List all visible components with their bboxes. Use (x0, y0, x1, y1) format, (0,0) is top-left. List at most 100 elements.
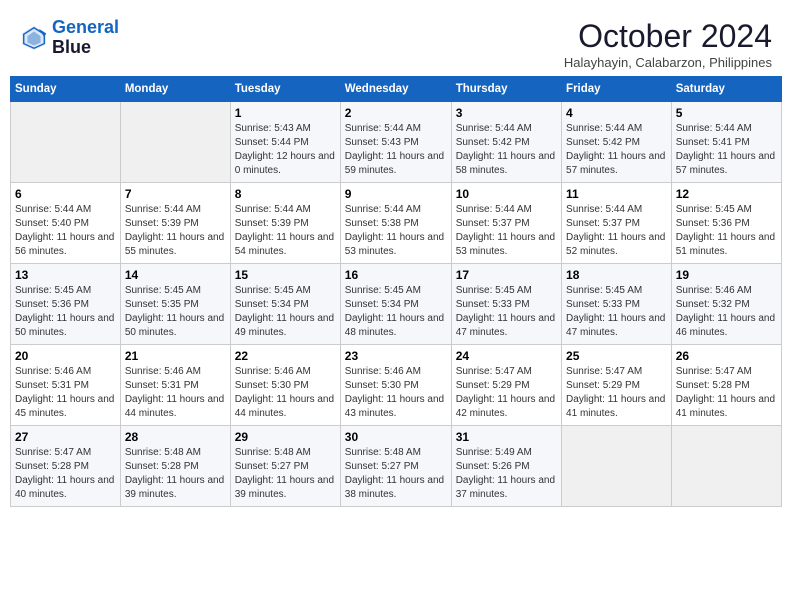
day-number: 16 (345, 268, 447, 282)
calendar-page: General Blue October 2024 Halayhayin, Ca… (0, 0, 792, 517)
daylight-text: Daylight: 11 hours and 39 minutes. (125, 474, 226, 502)
daylight-text: Daylight: 11 hours and 45 minutes. (15, 393, 116, 421)
sunrise-text: Sunrise: 5:44 AM (456, 122, 557, 136)
sunset-text: Sunset: 5:37 PM (566, 217, 667, 231)
day-number: 8 (235, 187, 336, 201)
day-info: Sunrise: 5:47 AMSunset: 5:29 PMDaylight:… (456, 365, 557, 421)
calendar-cell: 12Sunrise: 5:45 AMSunset: 5:36 PMDayligh… (671, 183, 781, 264)
week-row-4: 20Sunrise: 5:46 AMSunset: 5:31 PMDayligh… (11, 345, 782, 426)
sunset-text: Sunset: 5:36 PM (15, 298, 116, 312)
calendar-cell: 16 Sunrise: 5:45 AMSunset: 5:34 PMDayligh… (340, 264, 451, 345)
day-info: Sunrise: 5:44 AMSunset: 5:40 PMDaylight:… (15, 203, 116, 259)
calendar-cell: 4Sunrise: 5:44 AMSunset: 5:42 PMDaylight… (562, 102, 672, 183)
day-info: Sunrise: 5:48 AMSunset: 5:27 PMDaylight:… (345, 446, 447, 502)
day-info: Sunrise: 5:45 AMSunset: 5:33 PMDaylight:… (456, 284, 557, 340)
day-info: Sunrise: 5:44 AMSunset: 5:37 PMDaylight:… (566, 203, 667, 259)
daylight-text: Daylight: 11 hours and 47 minutes. (456, 312, 557, 340)
sunrise-text: Sunrise: 5:44 AM (566, 203, 667, 217)
day-info: Sunrise: 5:44 AMSunset: 5:39 PMDaylight:… (235, 203, 336, 259)
sunrise-text: Sunrise: 5:44 AM (456, 203, 557, 217)
weekday-header-wednesday: Wednesday (340, 77, 451, 102)
calendar-cell: 23 Sunrise: 5:46 AMSunset: 5:30 PMDayligh… (340, 345, 451, 426)
day-info: Sunrise: 5:46 AMSunset: 5:32 PMDaylight:… (676, 284, 777, 340)
day-info: Sunrise: 5:44 AMSunset: 5:37 PMDaylight:… (456, 203, 557, 259)
day-info: Sunrise: 5:47 AMSunset: 5:28 PMDaylight:… (15, 446, 116, 502)
calendar-cell: 7Sunrise: 5:44 AMSunset: 5:39 PMDaylight… (120, 183, 230, 264)
sunrise-text: Sunrise: 5:44 AM (676, 122, 777, 136)
calendar-cell: 17Sunrise: 5:45 AMSunset: 5:33 PMDayligh… (451, 264, 561, 345)
sunset-text: Sunset: 5:40 PM (15, 217, 116, 231)
calendar-cell (671, 426, 781, 507)
day-info: Sunrise: 5:45 AMSunset: 5:34 PMDaylight:… (345, 284, 447, 340)
day-info: Sunrise: 5:45 AMSunset: 5:35 PMDaylight:… (125, 284, 226, 340)
calendar-cell: 1Sunrise: 5:43 AMSunset: 5:44 PMDaylight… (230, 102, 340, 183)
day-number: 5 (676, 106, 777, 120)
sunrise-text: Sunrise: 5:47 AM (456, 365, 557, 379)
daylight-text: Daylight: 11 hours and 50 minutes. (125, 312, 226, 340)
calendar-cell: 28Sunrise: 5:48 AMSunset: 5:28 PMDayligh… (120, 426, 230, 507)
sunset-text: Sunset: 5:43 PM (345, 136, 447, 150)
month-title: October 2024 (564, 18, 772, 55)
sunrise-text: Sunrise: 5:48 AM (235, 446, 336, 460)
day-number: 23 (345, 349, 447, 363)
day-number: 26 (676, 349, 777, 363)
calendar-cell: 22Sunrise: 5:46 AMSunset: 5:30 PMDayligh… (230, 345, 340, 426)
sunset-text: Sunset: 5:31 PM (15, 379, 116, 393)
sunset-text: Sunset: 5:34 PM (235, 298, 336, 312)
sunset-text: Sunset: 5:32 PM (676, 298, 777, 312)
day-info: Sunrise: 5:47 AMSunset: 5:29 PMDaylight:… (566, 365, 667, 421)
day-number: 9 (345, 187, 447, 201)
day-number: 30 (345, 430, 447, 444)
day-info: Sunrise: 5:46 AMSunset: 5:31 PMDaylight:… (15, 365, 116, 421)
sunrise-text: Sunrise: 5:44 AM (345, 122, 447, 136)
sunset-text: Sunset: 5:39 PM (235, 217, 336, 231)
daylight-text: Daylight: 11 hours and 54 minutes. (235, 231, 336, 259)
sunset-text: Sunset: 5:30 PM (235, 379, 336, 393)
day-number: 28 (125, 430, 226, 444)
daylight-text: Daylight: 11 hours and 53 minutes. (456, 231, 557, 259)
day-number: 4 (566, 106, 667, 120)
day-number: 13 (15, 268, 116, 282)
sunrise-text: Sunrise: 5:46 AM (15, 365, 116, 379)
sunrise-text: Sunrise: 5:47 AM (566, 365, 667, 379)
sunset-text: Sunset: 5:35 PM (125, 298, 226, 312)
sunset-text: Sunset: 5:42 PM (456, 136, 557, 150)
calendar-cell: 19 Sunrise: 5:46 AMSunset: 5:32 PMDayligh… (671, 264, 781, 345)
day-info: Sunrise: 5:45 AMSunset: 5:33 PMDaylight:… (566, 284, 667, 340)
sunrise-text: Sunrise: 5:45 AM (235, 284, 336, 298)
day-info: Sunrise: 5:45 AMSunset: 5:36 PMDaylight:… (676, 203, 777, 259)
sunrise-text: Sunrise: 5:45 AM (456, 284, 557, 298)
sunrise-text: Sunrise: 5:44 AM (125, 203, 226, 217)
daylight-text: Daylight: 11 hours and 41 minutes. (566, 393, 667, 421)
sunrise-text: Sunrise: 5:45 AM (125, 284, 226, 298)
day-number: 6 (15, 187, 116, 201)
logo: General Blue (20, 18, 119, 58)
day-info: Sunrise: 5:44 AMSunset: 5:41 PMDaylight:… (676, 122, 777, 178)
calendar-cell: 2Sunrise: 5:44 AMSunset: 5:43 PMDaylight… (340, 102, 451, 183)
sunrise-text: Sunrise: 5:44 AM (235, 203, 336, 217)
day-number: 31 (456, 430, 557, 444)
calendar-cell: 13Sunrise: 5:45 AMSunset: 5:36 PMDayligh… (11, 264, 121, 345)
week-row-5: 27Sunrise: 5:47 AMSunset: 5:28 PMDayligh… (11, 426, 782, 507)
header: General Blue October 2024 Halayhayin, Ca… (10, 10, 782, 76)
day-info: Sunrise: 5:44 AMSunset: 5:42 PMDaylight:… (456, 122, 557, 178)
sunrise-text: Sunrise: 5:44 AM (345, 203, 447, 217)
day-number: 14 (125, 268, 226, 282)
calendar-cell (562, 426, 672, 507)
logo-icon (20, 24, 48, 52)
day-number: 7 (125, 187, 226, 201)
day-number: 22 (235, 349, 336, 363)
calendar-cell: 31Sunrise: 5:49 AMSunset: 5:26 PMDayligh… (451, 426, 561, 507)
sunrise-text: Sunrise: 5:45 AM (566, 284, 667, 298)
sunrise-text: Sunrise: 5:46 AM (345, 365, 447, 379)
sunset-text: Sunset: 5:38 PM (345, 217, 447, 231)
day-number: 15 (235, 268, 336, 282)
day-number: 19 (676, 268, 777, 282)
calendar-cell: 21Sunrise: 5:46 AMSunset: 5:31 PMDayligh… (120, 345, 230, 426)
calendar-cell (120, 102, 230, 183)
calendar-cell: 14 Sunrise: 5:45 AMSunset: 5:35 PMDayligh… (120, 264, 230, 345)
daylight-text: Daylight: 11 hours and 46 minutes. (676, 312, 777, 340)
sunrise-text: Sunrise: 5:48 AM (345, 446, 447, 460)
day-info: Sunrise: 5:46 AMSunset: 5:30 PMDaylight:… (345, 365, 447, 421)
week-row-3: 13 Sunrise: 5:45 AM Sunset: 5:36 PM Dayligh… (11, 264, 782, 345)
